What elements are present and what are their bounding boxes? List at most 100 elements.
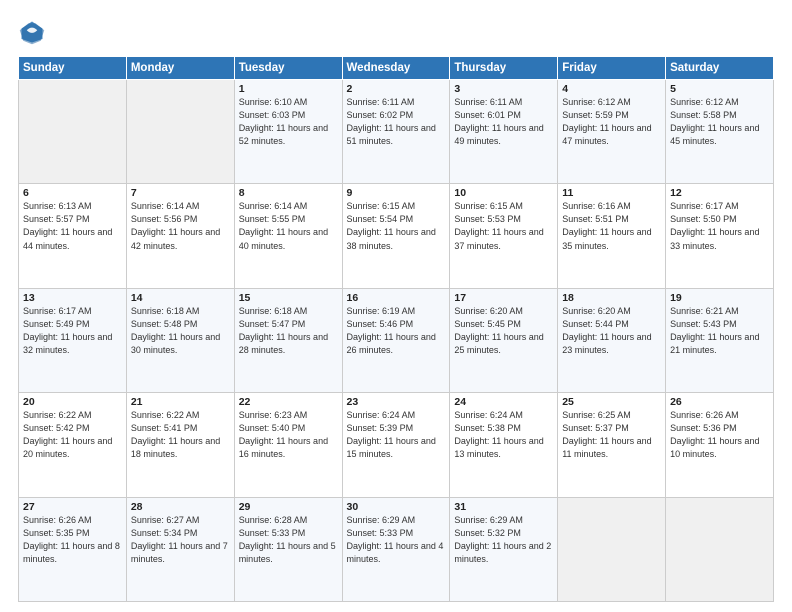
calendar-cell: 2Sunrise: 6:11 AM Sunset: 6:02 PM Daylig… [342,80,450,184]
day-number: 3 [454,83,553,95]
calendar-cell: 9Sunrise: 6:15 AM Sunset: 5:54 PM Daylig… [342,184,450,288]
calendar-table: SundayMondayTuesdayWednesdayThursdayFrid… [18,56,774,602]
calendar-cell: 5Sunrise: 6:12 AM Sunset: 5:58 PM Daylig… [666,80,774,184]
day-number: 10 [454,187,553,199]
calendar-cell: 15Sunrise: 6:18 AM Sunset: 5:47 PM Dayli… [234,288,342,392]
calendar-cell: 21Sunrise: 6:22 AM Sunset: 5:41 PM Dayli… [126,393,234,497]
calendar-cell: 29Sunrise: 6:28 AM Sunset: 5:33 PM Dayli… [234,497,342,601]
day-info: Sunrise: 6:29 AM Sunset: 5:33 PM Dayligh… [347,514,446,566]
calendar-cell: 27Sunrise: 6:26 AM Sunset: 5:35 PM Dayli… [19,497,127,601]
day-info: Sunrise: 6:22 AM Sunset: 5:41 PM Dayligh… [131,409,230,461]
calendar-cell: 30Sunrise: 6:29 AM Sunset: 5:33 PM Dayli… [342,497,450,601]
day-number: 14 [131,292,230,304]
day-number: 9 [347,187,446,199]
week-row-1: 1Sunrise: 6:10 AM Sunset: 6:03 PM Daylig… [19,80,774,184]
day-info: Sunrise: 6:18 AM Sunset: 5:47 PM Dayligh… [239,305,338,357]
calendar-cell: 24Sunrise: 6:24 AM Sunset: 5:38 PM Dayli… [450,393,558,497]
week-row-2: 6Sunrise: 6:13 AM Sunset: 5:57 PM Daylig… [19,184,774,288]
column-header-sunday: Sunday [19,57,127,80]
day-number: 2 [347,83,446,95]
week-row-4: 20Sunrise: 6:22 AM Sunset: 5:42 PM Dayli… [19,393,774,497]
day-number: 22 [239,396,338,408]
week-row-3: 13Sunrise: 6:17 AM Sunset: 5:49 PM Dayli… [19,288,774,392]
day-info: Sunrise: 6:29 AM Sunset: 5:32 PM Dayligh… [454,514,553,566]
day-number: 31 [454,501,553,513]
day-number: 25 [562,396,661,408]
day-info: Sunrise: 6:13 AM Sunset: 5:57 PM Dayligh… [23,200,122,252]
calendar-cell: 12Sunrise: 6:17 AM Sunset: 5:50 PM Dayli… [666,184,774,288]
calendar-page: SundayMondayTuesdayWednesdayThursdayFrid… [0,0,792,612]
day-number: 30 [347,501,446,513]
calendar-cell: 23Sunrise: 6:24 AM Sunset: 5:39 PM Dayli… [342,393,450,497]
calendar-cell: 1Sunrise: 6:10 AM Sunset: 6:03 PM Daylig… [234,80,342,184]
day-number: 5 [670,83,769,95]
calendar-cell [558,497,666,601]
calendar-cell [126,80,234,184]
day-info: Sunrise: 6:10 AM Sunset: 6:03 PM Dayligh… [239,96,338,148]
day-info: Sunrise: 6:25 AM Sunset: 5:37 PM Dayligh… [562,409,661,461]
calendar-cell: 19Sunrise: 6:21 AM Sunset: 5:43 PM Dayli… [666,288,774,392]
day-number: 16 [347,292,446,304]
day-info: Sunrise: 6:15 AM Sunset: 5:54 PM Dayligh… [347,200,446,252]
day-info: Sunrise: 6:15 AM Sunset: 5:53 PM Dayligh… [454,200,553,252]
day-info: Sunrise: 6:27 AM Sunset: 5:34 PM Dayligh… [131,514,230,566]
day-number: 1 [239,83,338,95]
day-info: Sunrise: 6:19 AM Sunset: 5:46 PM Dayligh… [347,305,446,357]
day-number: 12 [670,187,769,199]
day-info: Sunrise: 6:11 AM Sunset: 6:01 PM Dayligh… [454,96,553,148]
day-number: 23 [347,396,446,408]
calendar-cell: 31Sunrise: 6:29 AM Sunset: 5:32 PM Dayli… [450,497,558,601]
logo [18,18,50,46]
column-header-monday: Monday [126,57,234,80]
column-header-thursday: Thursday [450,57,558,80]
calendar-cell: 25Sunrise: 6:25 AM Sunset: 5:37 PM Dayli… [558,393,666,497]
day-number: 4 [562,83,661,95]
day-number: 26 [670,396,769,408]
calendar-cell: 16Sunrise: 6:19 AM Sunset: 5:46 PM Dayli… [342,288,450,392]
day-number: 27 [23,501,122,513]
day-info: Sunrise: 6:26 AM Sunset: 5:35 PM Dayligh… [23,514,122,566]
day-number: 15 [239,292,338,304]
calendar-cell: 4Sunrise: 6:12 AM Sunset: 5:59 PM Daylig… [558,80,666,184]
column-header-wednesday: Wednesday [342,57,450,80]
day-number: 8 [239,187,338,199]
calendar-cell: 14Sunrise: 6:18 AM Sunset: 5:48 PM Dayli… [126,288,234,392]
column-headers: SundayMondayTuesdayWednesdayThursdayFrid… [19,57,774,80]
calendar-cell: 20Sunrise: 6:22 AM Sunset: 5:42 PM Dayli… [19,393,127,497]
calendar-cell [666,497,774,601]
day-number: 20 [23,396,122,408]
day-number: 6 [23,187,122,199]
day-number: 18 [562,292,661,304]
calendar-cell: 13Sunrise: 6:17 AM Sunset: 5:49 PM Dayli… [19,288,127,392]
logo-icon [18,18,46,46]
day-info: Sunrise: 6:14 AM Sunset: 5:55 PM Dayligh… [239,200,338,252]
header [18,18,774,46]
day-info: Sunrise: 6:18 AM Sunset: 5:48 PM Dayligh… [131,305,230,357]
calendar-cell: 28Sunrise: 6:27 AM Sunset: 5:34 PM Dayli… [126,497,234,601]
day-info: Sunrise: 6:21 AM Sunset: 5:43 PM Dayligh… [670,305,769,357]
day-number: 24 [454,396,553,408]
calendar-cell: 17Sunrise: 6:20 AM Sunset: 5:45 PM Dayli… [450,288,558,392]
day-info: Sunrise: 6:24 AM Sunset: 5:38 PM Dayligh… [454,409,553,461]
calendar-cell: 7Sunrise: 6:14 AM Sunset: 5:56 PM Daylig… [126,184,234,288]
column-header-friday: Friday [558,57,666,80]
day-number: 11 [562,187,661,199]
calendar-cell [19,80,127,184]
calendar-cell: 3Sunrise: 6:11 AM Sunset: 6:01 PM Daylig… [450,80,558,184]
day-info: Sunrise: 6:12 AM Sunset: 5:59 PM Dayligh… [562,96,661,148]
day-info: Sunrise: 6:12 AM Sunset: 5:58 PM Dayligh… [670,96,769,148]
day-info: Sunrise: 6:28 AM Sunset: 5:33 PM Dayligh… [239,514,338,566]
day-number: 28 [131,501,230,513]
calendar-cell: 22Sunrise: 6:23 AM Sunset: 5:40 PM Dayli… [234,393,342,497]
day-number: 29 [239,501,338,513]
day-info: Sunrise: 6:26 AM Sunset: 5:36 PM Dayligh… [670,409,769,461]
calendar-cell: 11Sunrise: 6:16 AM Sunset: 5:51 PM Dayli… [558,184,666,288]
day-info: Sunrise: 6:22 AM Sunset: 5:42 PM Dayligh… [23,409,122,461]
day-info: Sunrise: 6:11 AM Sunset: 6:02 PM Dayligh… [347,96,446,148]
day-number: 7 [131,187,230,199]
day-info: Sunrise: 6:17 AM Sunset: 5:50 PM Dayligh… [670,200,769,252]
week-row-5: 27Sunrise: 6:26 AM Sunset: 5:35 PM Dayli… [19,497,774,601]
day-number: 17 [454,292,553,304]
calendar-cell: 10Sunrise: 6:15 AM Sunset: 5:53 PM Dayli… [450,184,558,288]
calendar-cell: 18Sunrise: 6:20 AM Sunset: 5:44 PM Dayli… [558,288,666,392]
